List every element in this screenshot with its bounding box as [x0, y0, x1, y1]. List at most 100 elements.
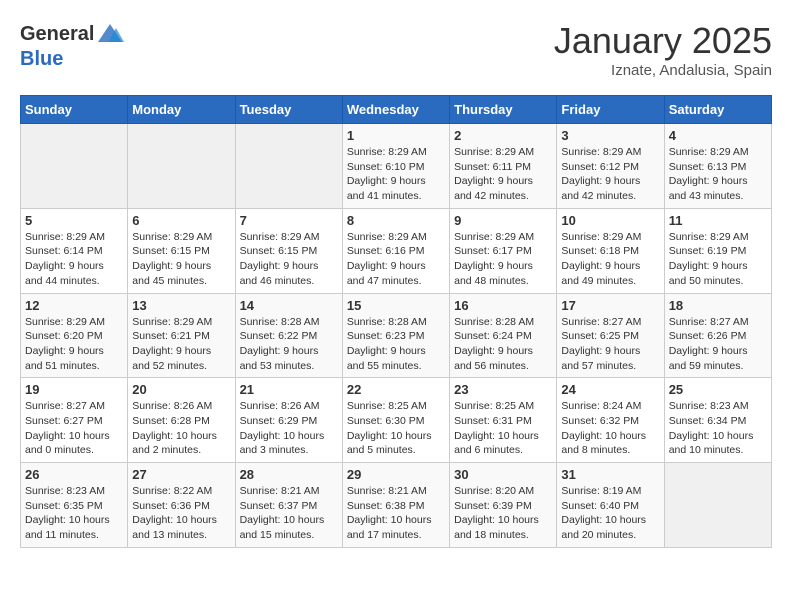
day-info: Sunrise: 8:24 AM Sunset: 6:32 PM Dayligh… — [561, 399, 659, 458]
logo-blue: Blue — [20, 48, 63, 70]
day-number: 29 — [347, 467, 445, 482]
day-number: 21 — [240, 382, 338, 397]
calendar-week-2: 5Sunrise: 8:29 AM Sunset: 6:14 PM Daylig… — [21, 208, 772, 293]
day-number: 25 — [669, 382, 767, 397]
day-info: Sunrise: 8:26 AM Sunset: 6:28 PM Dayligh… — [132, 399, 230, 458]
day-info: Sunrise: 8:29 AM Sunset: 6:12 PM Dayligh… — [561, 145, 659, 204]
calendar-cell: 26Sunrise: 8:23 AM Sunset: 6:35 PM Dayli… — [21, 463, 128, 548]
day-info: Sunrise: 8:27 AM Sunset: 6:26 PM Dayligh… — [669, 315, 767, 374]
day-number: 15 — [347, 298, 445, 313]
day-info: Sunrise: 8:23 AM Sunset: 6:34 PM Dayligh… — [669, 399, 767, 458]
logo: General Blue — [20, 20, 124, 70]
day-info: Sunrise: 8:25 AM Sunset: 6:30 PM Dayligh… — [347, 399, 445, 458]
day-number: 16 — [454, 298, 552, 313]
calendar-cell: 9 Sunrise: 8:29 AM Sunset: 6:17 PM Daylig… — [450, 208, 557, 293]
calendar-cell: 30Sunrise: 8:20 AM Sunset: 6:39 PM Dayli… — [450, 463, 557, 548]
calendar-cell: 10 Sunrise: 8:29 AM Sunset: 6:18 PM Dayli… — [557, 208, 664, 293]
day-info: Sunrise: 8:27 AM Sunset: 6:27 PM Dayligh… — [25, 399, 123, 458]
day-number: 18 — [669, 298, 767, 313]
calendar-cell — [128, 124, 235, 209]
calendar-cell: 13 Sunrise: 8:29 AM Sunset: 6:21 PM Dayli… — [128, 293, 235, 378]
calendar-cell: 22 Sunrise: 8:25 AM Sunset: 6:30 PM Dayli… — [342, 378, 449, 463]
day-number: 7 — [240, 213, 338, 228]
title-block: January 2025 Iznate, Andalusia, Spain — [554, 20, 772, 79]
day-number: 8 — [347, 213, 445, 228]
day-header-saturday: Saturday — [664, 96, 771, 124]
calendar-cell — [235, 124, 342, 209]
calendar-header-row: SundayMondayTuesdayWednesdayThursdayFrid… — [21, 96, 772, 124]
calendar-cell: 20Sunrise: 8:26 AM Sunset: 6:28 PM Dayli… — [128, 378, 235, 463]
calendar-cell: 7 Sunrise: 8:29 AM Sunset: 6:15 PM Daylig… — [235, 208, 342, 293]
day-number: 11 — [669, 213, 767, 228]
day-number: 5 — [25, 213, 123, 228]
day-number: 3 — [561, 128, 659, 143]
day-number: 22 — [347, 382, 445, 397]
calendar-table: SundayMondayTuesdayWednesdayThursdayFrid… — [20, 95, 772, 548]
calendar-cell: 18 Sunrise: 8:27 AM Sunset: 6:26 PM Dayli… — [664, 293, 771, 378]
day-info: Sunrise: 8:29 AM Sunset: 6:15 PM Dayligh… — [240, 230, 338, 289]
day-info: Sunrise: 8:21 AM Sunset: 6:37 PM Dayligh… — [240, 484, 338, 543]
location: Iznate, Andalusia, Spain — [554, 62, 772, 79]
calendar-cell: 15Sunrise: 8:28 AM Sunset: 6:23 PM Dayli… — [342, 293, 449, 378]
day-header-sunday: Sunday — [21, 96, 128, 124]
calendar-cell: 12 Sunrise: 8:29 AM Sunset: 6:20 PM Dayli… — [21, 293, 128, 378]
day-info: Sunrise: 8:29 AM Sunset: 6:10 PM Dayligh… — [347, 145, 445, 204]
calendar-cell: 29Sunrise: 8:21 AM Sunset: 6:38 PM Dayli… — [342, 463, 449, 548]
month-title: January 2025 — [554, 20, 772, 62]
day-info: Sunrise: 8:22 AM Sunset: 6:36 PM Dayligh… — [132, 484, 230, 543]
calendar-cell — [21, 124, 128, 209]
day-number: 23 — [454, 382, 552, 397]
calendar-cell: 28 Sunrise: 8:21 AM Sunset: 6:37 PM Dayli… — [235, 463, 342, 548]
day-info: Sunrise: 8:29 AM Sunset: 6:17 PM Dayligh… — [454, 230, 552, 289]
day-header-thursday: Thursday — [450, 96, 557, 124]
day-info: Sunrise: 8:28 AM Sunset: 6:24 PM Dayligh… — [454, 315, 552, 374]
day-info: Sunrise: 8:19 AM Sunset: 6:40 PM Dayligh… — [561, 484, 659, 543]
calendar-week-1: 1Sunrise: 8:29 AM Sunset: 6:10 PM Daylig… — [21, 124, 772, 209]
calendar-cell: 23 Sunrise: 8:25 AM Sunset: 6:31 PM Dayli… — [450, 378, 557, 463]
calendar-cell: 8 Sunrise: 8:29 AM Sunset: 6:16 PM Daylig… — [342, 208, 449, 293]
day-info: Sunrise: 8:29 AM Sunset: 6:13 PM Dayligh… — [669, 145, 767, 204]
calendar-cell: 4 Sunrise: 8:29 AM Sunset: 6:13 PM Daylig… — [664, 124, 771, 209]
calendar-cell: 3 Sunrise: 8:29 AM Sunset: 6:12 PM Daylig… — [557, 124, 664, 209]
day-number: 6 — [132, 213, 230, 228]
day-info: Sunrise: 8:29 AM Sunset: 6:21 PM Dayligh… — [132, 315, 230, 374]
day-number: 4 — [669, 128, 767, 143]
day-number: 19 — [25, 382, 123, 397]
day-info: Sunrise: 8:29 AM Sunset: 6:20 PM Dayligh… — [25, 315, 123, 374]
day-info: Sunrise: 8:27 AM Sunset: 6:25 PM Dayligh… — [561, 315, 659, 374]
calendar-cell: 31 Sunrise: 8:19 AM Sunset: 6:40 PM Dayli… — [557, 463, 664, 548]
day-info: Sunrise: 8:29 AM Sunset: 6:18 PM Dayligh… — [561, 230, 659, 289]
day-number: 28 — [240, 467, 338, 482]
calendar-week-3: 12 Sunrise: 8:29 AM Sunset: 6:20 PM Dayli… — [21, 293, 772, 378]
day-info: Sunrise: 8:29 AM Sunset: 6:16 PM Dayligh… — [347, 230, 445, 289]
calendar-week-5: 26Sunrise: 8:23 AM Sunset: 6:35 PM Dayli… — [21, 463, 772, 548]
day-number: 12 — [25, 298, 123, 313]
day-number: 31 — [561, 467, 659, 482]
day-info: Sunrise: 8:28 AM Sunset: 6:22 PM Dayligh… — [240, 315, 338, 374]
calendar-cell: 2 Sunrise: 8:29 AM Sunset: 6:11 PM Daylig… — [450, 124, 557, 209]
calendar-cell: 25 Sunrise: 8:23 AM Sunset: 6:34 PM Dayli… — [664, 378, 771, 463]
day-header-friday: Friday — [557, 96, 664, 124]
calendar-cell: 19 Sunrise: 8:27 AM Sunset: 6:27 PM Dayli… — [21, 378, 128, 463]
day-info: Sunrise: 8:20 AM Sunset: 6:39 PM Dayligh… — [454, 484, 552, 543]
day-info: Sunrise: 8:25 AM Sunset: 6:31 PM Dayligh… — [454, 399, 552, 458]
calendar-cell: 27 Sunrise: 8:22 AM Sunset: 6:36 PM Dayli… — [128, 463, 235, 548]
day-header-monday: Monday — [128, 96, 235, 124]
day-info: Sunrise: 8:29 AM Sunset: 6:15 PM Dayligh… — [132, 230, 230, 289]
calendar-cell: 21Sunrise: 8:26 AM Sunset: 6:29 PM Dayli… — [235, 378, 342, 463]
calendar-cell: 17 Sunrise: 8:27 AM Sunset: 6:25 PM Dayli… — [557, 293, 664, 378]
day-number: 13 — [132, 298, 230, 313]
logo-general: General — [20, 23, 94, 45]
day-number: 17 — [561, 298, 659, 313]
day-info: Sunrise: 8:29 AM Sunset: 6:19 PM Dayligh… — [669, 230, 767, 289]
day-header-wednesday: Wednesday — [342, 96, 449, 124]
calendar-cell: 5Sunrise: 8:29 AM Sunset: 6:14 PM Daylig… — [21, 208, 128, 293]
day-number: 2 — [454, 128, 552, 143]
day-number: 27 — [132, 467, 230, 482]
day-number: 24 — [561, 382, 659, 397]
day-number: 26 — [25, 467, 123, 482]
day-number: 10 — [561, 213, 659, 228]
calendar-body: 1Sunrise: 8:29 AM Sunset: 6:10 PM Daylig… — [21, 124, 772, 548]
day-number: 9 — [454, 213, 552, 228]
day-info: Sunrise: 8:29 AM Sunset: 6:11 PM Dayligh… — [454, 145, 552, 204]
